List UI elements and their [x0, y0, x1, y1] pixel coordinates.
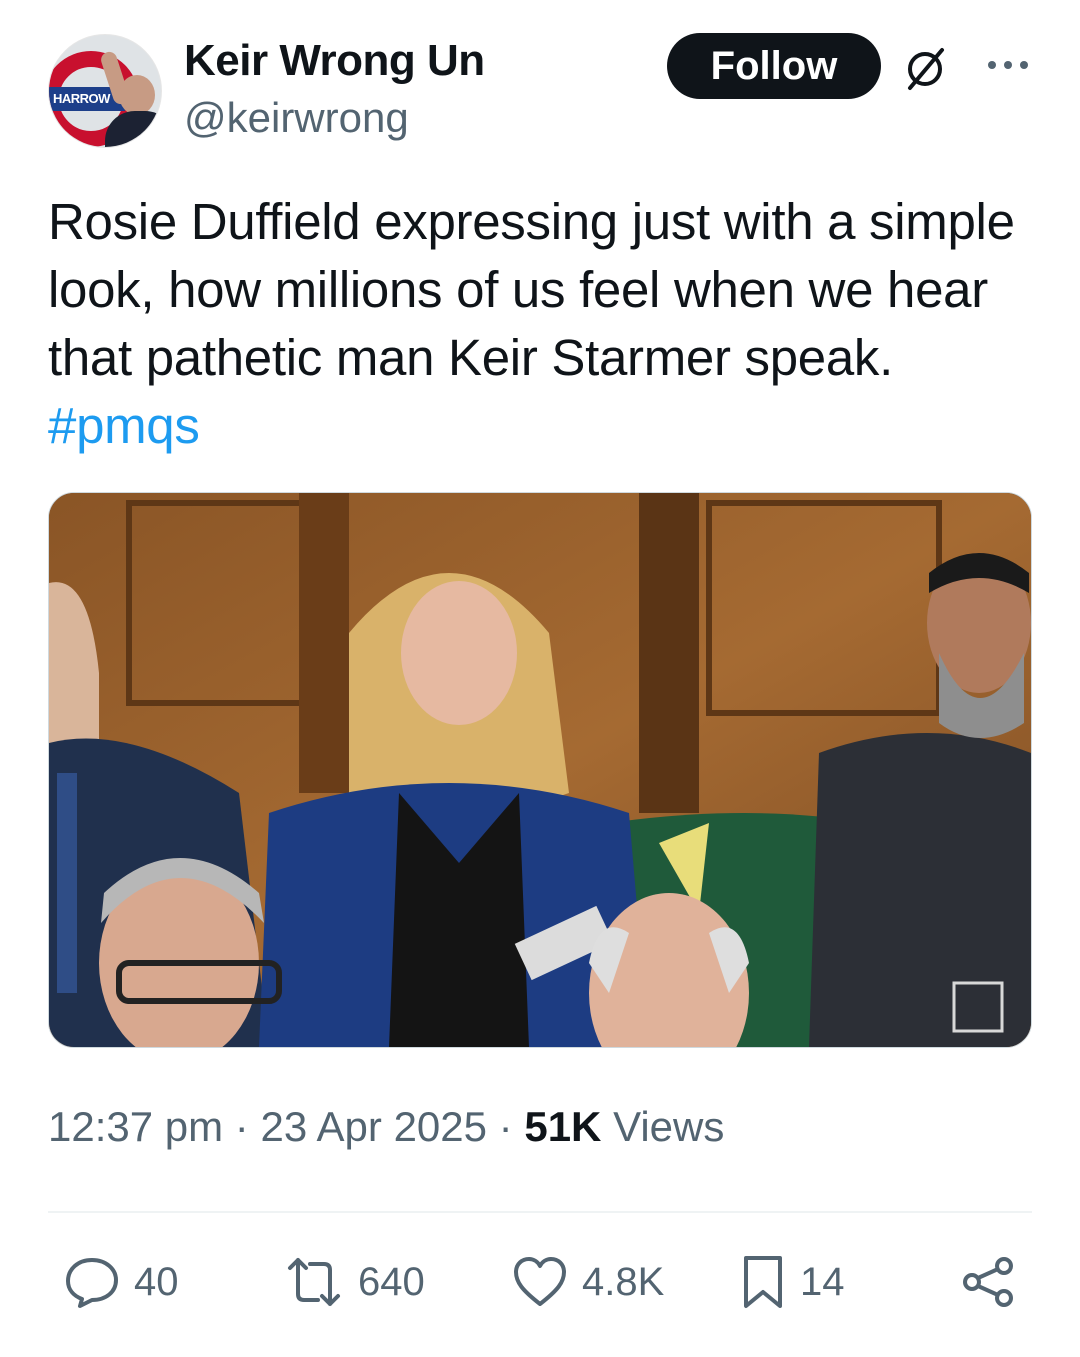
- tweet-media-image[interactable]: [48, 492, 1032, 1048]
- follow-button[interactable]: Follow: [667, 33, 881, 99]
- media-photo: [49, 493, 1031, 1047]
- repost-icon: [288, 1258, 340, 1306]
- bookmark-count: 14: [800, 1259, 845, 1304]
- bookmark-button[interactable]: 14: [738, 1252, 845, 1312]
- reply-count: 40: [134, 1259, 179, 1304]
- share-icon: [963, 1257, 1013, 1307]
- tweet-body-text: Rosie Duffield expressing just with a si…: [48, 193, 1015, 386]
- repost-count: 640: [358, 1259, 425, 1304]
- divider: [48, 1211, 1032, 1213]
- author-display-name[interactable]: Keir Wrong Un: [184, 36, 485, 86]
- tweet-timestamp-line: 12:37 pm · 23 Apr 2025 · 51K Views: [48, 1103, 724, 1151]
- tweet-time[interactable]: 12:37 pm: [48, 1103, 223, 1150]
- slashed-circle-icon[interactable]: [900, 44, 950, 94]
- avatar[interactable]: HARROW: [48, 34, 162, 148]
- tweet-text: Rosie Duffield expressing just with a si…: [48, 188, 1038, 460]
- separator-dot-2: ·: [498, 1103, 513, 1150]
- more-horizontal-icon[interactable]: [986, 55, 1030, 75]
- views-label: Views: [613, 1103, 725, 1150]
- hashtag-link[interactable]: #pmqs: [48, 397, 200, 454]
- share-button[interactable]: [958, 1252, 1018, 1312]
- like-button[interactable]: 4.8K: [510, 1252, 664, 1312]
- bookmark-icon: [744, 1256, 782, 1308]
- author-handle[interactable]: @keirwrong: [184, 94, 409, 142]
- reply-icon: [66, 1258, 118, 1308]
- views-count: 51K: [524, 1103, 602, 1150]
- tweet-date[interactable]: 23 Apr 2025: [260, 1103, 487, 1150]
- like-count: 4.8K: [582, 1259, 665, 1304]
- heart-icon: [514, 1257, 566, 1306]
- repost-button[interactable]: 640: [282, 1252, 425, 1312]
- reply-button[interactable]: 40: [62, 1252, 179, 1312]
- separator-dot: ·: [234, 1103, 249, 1150]
- avatar-head: [119, 75, 155, 115]
